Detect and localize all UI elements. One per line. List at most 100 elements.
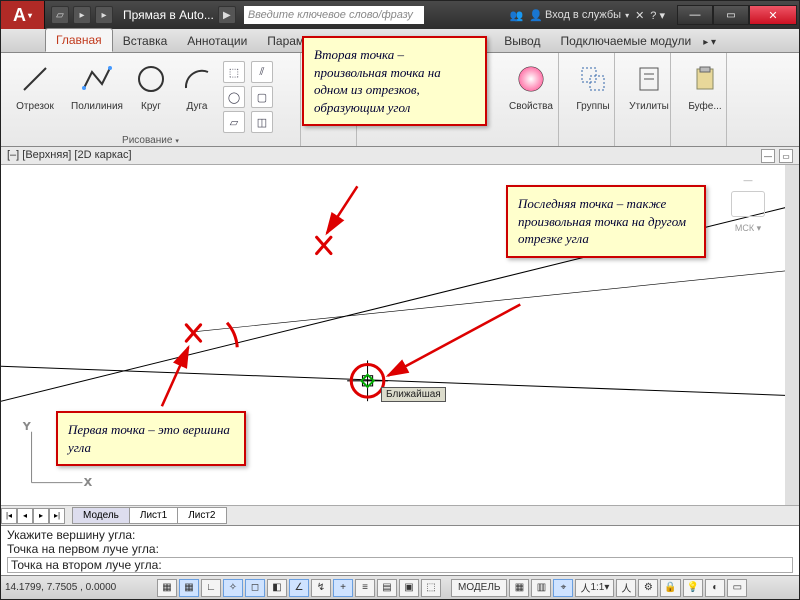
signin-button[interactable]: 👤Вход в службы▾ [529,9,629,22]
qat-open-icon[interactable]: ▸ [73,6,91,24]
minimize-button[interactable]: — [677,5,713,25]
layout-tab-model[interactable]: Модель [72,507,130,524]
panel-draw: Отрезок Полилиния Круг Дуга ⬚ ◯ ▱ [1,53,301,146]
title-play-icon[interactable]: ▶ [218,6,236,24]
tool-polyline[interactable]: Полилиния [69,57,125,112]
close-button[interactable]: ✕ [749,5,797,25]
status-ws-icon[interactable]: ⚙ [638,579,658,597]
viewport-strip: [–] [Верхняя] [2D каркас] — ▭ [1,147,799,165]
qat-dropdown-icon[interactable]: ▸ [95,6,113,24]
status-annoscale-icon[interactable]: ⌖ [553,579,573,597]
panel-properties: Свойства [497,53,559,146]
tab-overflow[interactable]: ▸ ▾ [701,33,718,52]
status-coords[interactable]: 14.1799, 7.7505 , 0.0000 [5,582,155,593]
panel-utils-label: Утилиты [621,101,677,112]
tool-utils[interactable]: Утилиты [621,57,677,112]
status-model-button[interactable]: МОДЕЛЬ [451,579,507,597]
layout-tab-sheet2[interactable]: Лист2 [177,507,226,524]
status-dyn-icon[interactable]: + [333,579,353,597]
help-icon[interactable]: ? ▾ [650,9,665,22]
tool-arc[interactable]: Дуга [177,57,217,112]
quick-access-toolbar: ▱ ▸ ▸ [51,6,113,24]
layout-nav-prev[interactable]: ◂ [17,508,33,524]
layout-tab-sheet1[interactable]: Лист1 [129,507,178,524]
cmd-line-2: Точка на первом луче угла: [7,542,793,556]
panel-groups: Группы [559,53,615,146]
panel-utils: Утилиты [615,53,671,146]
tab-annotate[interactable]: Аннотации [177,30,257,52]
status-annovis-icon[interactable]: 人 [616,579,636,597]
status-sc-icon[interactable]: ⬚ [421,579,441,597]
svg-text:Y: Y [23,422,30,433]
tool-small-5[interactable]: ▢ [251,86,273,108]
command-window[interactable]: Укажите вершину угла: Точка на первом лу… [1,525,799,575]
osnap-tooltip: Ближайшая [381,387,446,402]
status-qp-icon[interactable]: ▣ [399,579,419,597]
status-3dosnap-icon[interactable]: ◧ [267,579,287,597]
drawing-canvas[interactable]: Y X — МСК ▾ Последняя то [1,165,799,505]
help-search-input[interactable]: Введите ключевое слово/фразу [244,6,424,24]
app-menu-button[interactable]: A [1,1,45,29]
tool-line-label: Отрезок [7,101,63,112]
status-isolate-icon[interactable]: ◐ [705,579,725,597]
infocenter-people-icon[interactable]: 👥 [510,9,524,22]
qat-new-icon[interactable]: ▱ [51,6,69,24]
status-quickview-icon[interactable]: ▥ [531,579,551,597]
cmd-line-1: Укажите вершину угла: [7,528,793,542]
tool-line[interactable]: Отрезок [7,57,63,112]
tool-small-3[interactable]: ▱ [223,111,245,133]
tab-home[interactable]: Главная [45,28,113,52]
viewport-label[interactable]: [–] [Верхняя] [2D каркас] [7,149,132,162]
status-lwt-icon[interactable]: ≡ [355,579,375,597]
status-lock-icon[interactable]: 🔒 [660,579,680,597]
status-hw-icon[interactable]: 💡 [683,579,703,597]
tool-arc-label: Дуга [177,101,217,112]
panel-clipboard: Буфе... [671,53,727,146]
status-scale[interactable]: 人1:1▾ [575,579,614,597]
status-ducs-icon[interactable]: ↯ [311,579,331,597]
tab-plugins[interactable]: Подключаемые модули [550,30,701,52]
status-ortho-icon[interactable]: ∟ [201,579,221,597]
navcube-face[interactable] [731,191,765,217]
tool-small-2[interactable]: ◯ [223,86,245,108]
callout-second-point: Вторая точка – произвольная точка на одн… [302,36,487,126]
cmd-input[interactable]: Точка на втором луче угла: [7,557,793,573]
tool-groups[interactable]: Группы [565,57,621,112]
status-polar-icon[interactable]: ✧ [223,579,243,597]
panel-draw-title[interactable]: Рисование [7,133,294,146]
maximize-button[interactable]: ▭ [713,5,749,25]
svg-text:X: X [84,478,91,489]
panel-properties-label: Свойства [503,101,559,112]
callout-last-point: Последняя точка – также произвольная точ… [506,185,706,258]
tool-circle[interactable]: Круг [131,57,171,112]
status-layout-icon[interactable]: ▦ [509,579,529,597]
panel-groups-label: Группы [565,101,621,112]
status-clean-icon[interactable]: ▭ [727,579,747,597]
tab-insert[interactable]: Вставка [113,30,178,52]
vp-min-icon[interactable]: — [761,149,775,163]
navcube[interactable]: — МСК ▾ [721,175,775,234]
status-grid-icon[interactable]: ▦ [179,579,199,597]
window-title: Прямая в Auto... [123,8,214,22]
tool-small-4[interactable]: ⫽ [251,61,273,83]
titlebar: A ▱ ▸ ▸ Прямая в Auto... ▶ Введите ключе… [1,1,799,29]
layout-nav-last[interactable]: ▸| [49,508,65,524]
panel-clipboard-label: Буфе... [677,101,733,112]
tool-clipboard[interactable]: Буфе... [677,57,733,112]
status-otrack-icon[interactable]: ∠ [289,579,309,597]
tool-properties[interactable]: Свойства [503,57,559,112]
tool-polyline-label: Полилиния [69,101,125,112]
navcube-wcs-label[interactable]: МСК ▾ [721,223,775,234]
tab-output[interactable]: Вывод [494,30,550,52]
status-osnap-icon[interactable]: ◻ [245,579,265,597]
status-tpy-icon[interactable]: ▤ [377,579,397,597]
exchange-icon[interactable]: ✕ [635,9,644,22]
tool-small-1[interactable]: ⬚ [223,61,245,83]
status-snap-icon[interactable]: ▦ [157,579,177,597]
tool-small-6[interactable]: ◫ [251,111,273,133]
navcube-home-icon[interactable]: — [721,175,775,185]
layout-nav-next[interactable]: ▸ [33,508,49,524]
vp-max-icon[interactable]: ▭ [779,149,793,163]
layout-tabs: |◂ ◂ ▸ ▸| Модель Лист1 Лист2 [1,505,799,525]
layout-nav-first[interactable]: |◂ [1,508,17,524]
